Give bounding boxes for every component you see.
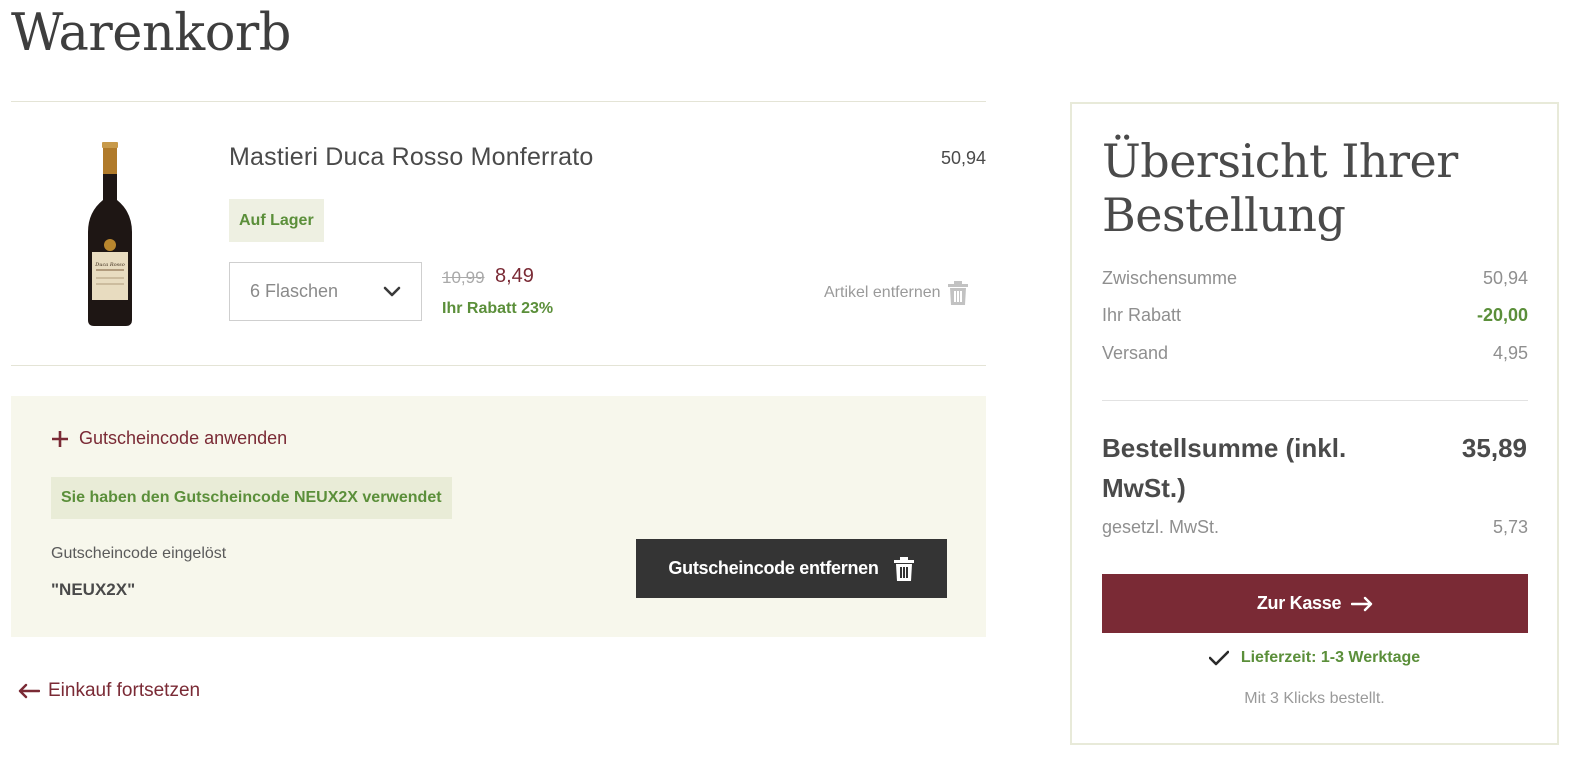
line-total: 50,94 [940,148,986,168]
order-total-label: Bestellsumme (inkl. MwSt.) [1102,433,1347,503]
arrow-left-icon [18,683,40,699]
summary-row-subtotal: Zwischensumme 50,94 [1102,268,1528,289]
summary-row-vat: gesetzl. MwSt. 5,73 [1102,517,1528,538]
trash-icon [947,281,968,305]
discount-note: Ihr Rabatt 23% [442,300,554,317]
checkout-button[interactable]: Zur Kasse [1102,574,1528,633]
divider-top [11,101,986,102]
quantity-select-value: 6 Flaschen [250,281,339,301]
product-image[interactable]: Duca Rosso [82,140,138,330]
vat-value: 5,73 [1492,517,1528,537]
wine-bottle-image: Duca Rosso [88,142,132,326]
voucher-toggle[interactable]: Gutscheincode anwenden [51,428,287,449]
summary-row-discount: Ihr Rabatt -20,00 [1102,305,1528,326]
remove-voucher-button[interactable]: Gutscheincode entfernen [636,539,947,598]
voucher-panel: Gutscheincode anwenden Sie haben den Gut… [11,396,986,637]
summary-divider [1102,400,1528,401]
summary-row-shipping: Versand 4,95 [1102,343,1528,364]
continue-shopping-label: Einkauf fortsetzen [48,680,201,701]
voucher-toggle-label: Gutscheincode anwenden [79,428,288,448]
remove-voucher-label: Gutscheincode entfernen [668,558,879,578]
product-name[interactable]: Mastieri Duca Rosso Monferrato [229,143,593,172]
summary-title: Übersicht Ihrer Bestellung [1102,134,1458,242]
trash-icon [893,556,914,581]
discount-value: -20,00 [1476,305,1528,325]
vat-label: gesetzl. MwSt. [1102,517,1220,537]
continue-shopping-link[interactable]: Einkauf fortsetzen [18,680,200,702]
page-title: Warenkorb [11,4,291,63]
bottle-label-text: Duca Rosso [94,262,125,268]
checkmark-icon [1208,650,1229,666]
delivery-text: Lieferzeit: 1-3 Werktage [1240,649,1421,666]
shipping-label: Versand [1102,343,1169,363]
arrow-right-icon [1351,596,1373,611]
checkout-label: Zur Kasse [1256,593,1342,613]
new-price: 8,49 [495,265,534,287]
chevron-down-icon [383,286,401,297]
plus-icon [52,430,68,447]
voucher-code: "NEUX2X" [51,580,136,599]
old-price: 10,99 [442,268,485,287]
divider-bottom [11,365,986,366]
subtotal-label: Zwischensumme [1102,268,1238,288]
remove-item-button[interactable]: Artikel entfernen [824,280,969,306]
order-total-value: 35,89 [1461,433,1527,463]
delivery-info: Lieferzeit: 1-3 Werktage [1072,649,1557,667]
remove-item-label: Artikel entfernen [824,284,941,301]
discount-label: Ihr Rabatt [1102,305,1182,325]
clicks-note: Mit 3 Klicks bestellt. [1244,690,1385,707]
voucher-applied-message: Sie haben den Gutscheincode NEUX2X verwe… [51,477,452,519]
subtotal-value: 50,94 [1482,268,1528,288]
shipping-value: 4,95 [1492,343,1528,363]
stock-badge: Auf Lager [229,199,324,242]
voucher-redeemed-label: Gutscheincode eingelöst [51,545,227,562]
order-summary: Übersicht Ihrer Bestellung Zwischensumme… [1070,102,1559,745]
quantity-select[interactable]: 6 Flaschen [229,262,422,321]
